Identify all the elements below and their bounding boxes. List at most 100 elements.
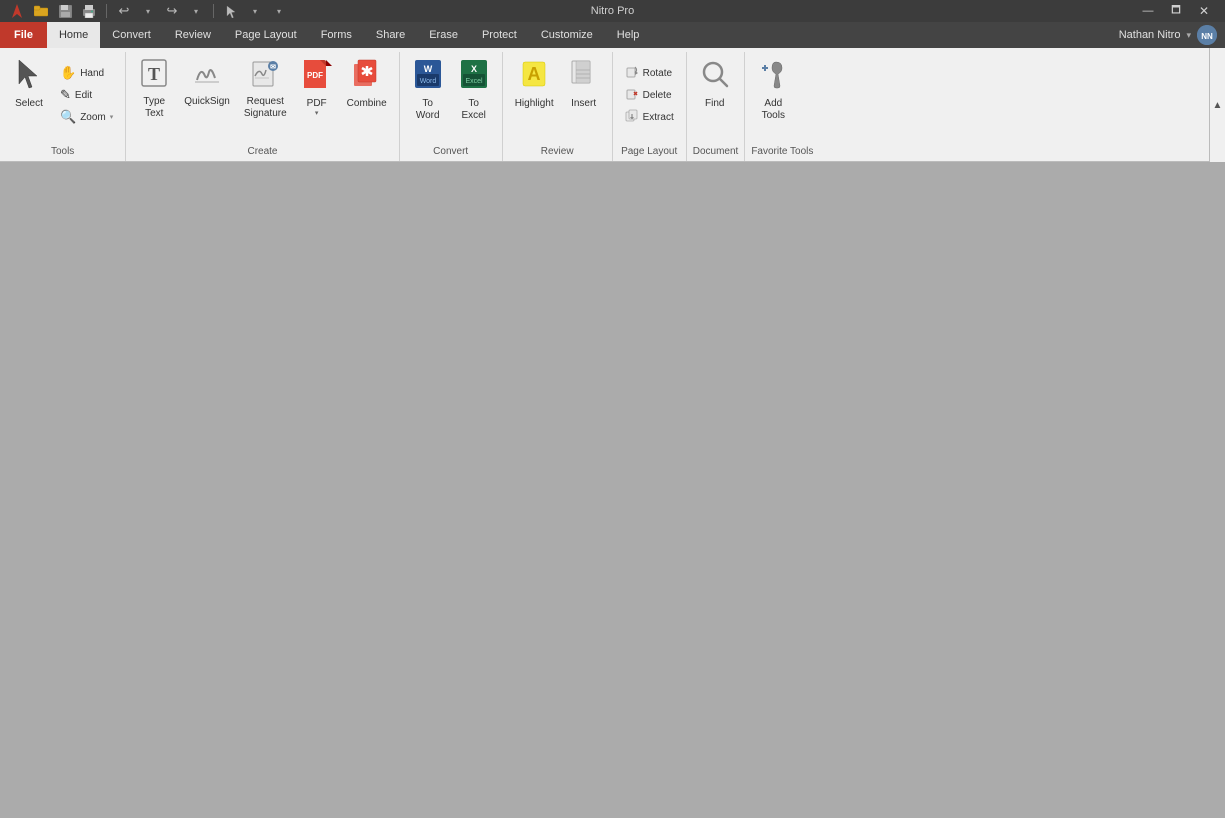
insert-icon: [569, 58, 599, 94]
svg-text:T: T: [148, 64, 160, 84]
svg-text:Word: Word: [419, 78, 436, 85]
hand-icon: ✋: [60, 65, 76, 81]
review-group-label: Review: [509, 144, 606, 161]
insert-button[interactable]: Insert: [562, 54, 606, 136]
add-tools-button[interactable]: AddTools: [751, 54, 795, 136]
open-folder-icon[interactable]: [32, 2, 50, 20]
pdf-label: PDF: [307, 98, 327, 110]
rotate-button[interactable]: Rotate: [619, 62, 680, 84]
zoom-icon: 🔍: [60, 109, 76, 125]
pdf-button[interactable]: PDF PDF PDF ▾: [295, 54, 339, 136]
print-icon[interactable]: [80, 2, 98, 20]
menu-item-share[interactable]: Share: [364, 22, 417, 48]
cursor-dropdown-icon[interactable]: ▾: [246, 2, 264, 20]
create-content: T TypeText QuickSign: [132, 54, 392, 144]
review-content: A Highlight Insert: [509, 54, 606, 144]
separator2: [213, 4, 214, 18]
save-icon[interactable]: [56, 2, 74, 20]
delete-button[interactable]: Delete: [619, 84, 680, 106]
to-word-icon: W Word: [413, 58, 443, 94]
highlight-icon: A: [519, 58, 549, 94]
menu-item-convert[interactable]: Convert: [100, 22, 163, 48]
svg-text:NN: NN: [1201, 32, 1213, 41]
more-options-icon[interactable]: ▾: [270, 2, 288, 20]
ribbon-group-pagelayout: Rotate Delete: [613, 52, 687, 161]
titlebar: ↩ ▾ ↪ ▾ ▾ ▾ Nitro Pro — 🗖 ✕: [0, 0, 1225, 22]
quicksign-button[interactable]: QuickSign: [178, 54, 236, 136]
edit-button[interactable]: ✎ Edit: [54, 84, 119, 106]
user-area: Nathan Nitro ▾ NN: [1119, 22, 1225, 48]
zoom-label: Zoom: [80, 112, 106, 123]
maximize-button[interactable]: 🗖: [1163, 2, 1189, 20]
to-word-button[interactable]: W Word ToWord: [406, 54, 450, 136]
delete-icon: [625, 87, 639, 104]
ribbon-group-document: Find Document: [687, 52, 746, 161]
select-button[interactable]: Select: [6, 54, 52, 136]
favorite-tools-content: AddTools: [751, 54, 813, 144]
find-icon: [700, 58, 730, 94]
ribbon-group-favorite-tools: AddTools Favorite Tools: [745, 52, 819, 161]
cursor-tool-icon[interactable]: [222, 2, 240, 20]
to-word-label: ToWord: [416, 98, 440, 122]
menu-item-customize[interactable]: Customize: [529, 22, 605, 48]
menu-item-forms[interactable]: Forms: [309, 22, 364, 48]
menu-item-erase[interactable]: Erase: [417, 22, 470, 48]
ribbon-scroll-button[interactable]: ▲: [1209, 48, 1225, 162]
pagelayout-small-group: Rotate Delete: [619, 54, 680, 136]
hand-button[interactable]: ✋ Hand: [54, 62, 119, 84]
to-excel-label: ToExcel: [461, 98, 485, 122]
undo-dropdown-icon[interactable]: ▾: [139, 2, 157, 20]
redo-dropdown-icon[interactable]: ▾: [187, 2, 205, 20]
titlebar-left: ↩ ▾ ↪ ▾ ▾ ▾: [8, 2, 288, 20]
menu-item-review[interactable]: Review: [163, 22, 223, 48]
menu-item-home[interactable]: Home: [47, 22, 100, 48]
redo-icon[interactable]: ↪: [163, 2, 181, 20]
window-controls: — 🗖 ✕: [1135, 2, 1217, 20]
to-excel-button[interactable]: X Excel ToExcel: [452, 54, 496, 136]
ribbon-group-tools: Select ✋ Hand ✎ Edit 🔍 Zoom ▾ Tools: [0, 52, 126, 161]
rotate-icon: [625, 65, 639, 82]
type-text-button[interactable]: T TypeText: [132, 54, 176, 136]
create-group-label: Create: [132, 144, 392, 161]
convert-group-label: Convert: [406, 144, 496, 161]
user-dropdown-arrow[interactable]: ▾: [1186, 30, 1191, 41]
menubar: File Home Convert Review Page Layout For…: [0, 22, 1225, 48]
pagelayout-group-label: Page Layout: [619, 144, 680, 161]
nitro-logo-icon[interactable]: [8, 2, 26, 20]
delete-label: Delete: [643, 90, 672, 101]
quicksign-label: QuickSign: [184, 96, 230, 108]
to-excel-icon: X Excel: [459, 58, 489, 94]
menu-item-help[interactable]: Help: [605, 22, 652, 48]
combine-button[interactable]: Combine: [341, 54, 393, 136]
add-tools-label: AddTools: [762, 98, 785, 122]
extract-button[interactable]: Extract: [619, 106, 680, 128]
request-signature-icon: ✉: [251, 58, 279, 92]
document-group-label: Document: [693, 144, 739, 161]
highlight-button[interactable]: A Highlight: [509, 54, 560, 136]
menu-item-protect[interactable]: Protect: [470, 22, 529, 48]
minimize-button[interactable]: —: [1135, 2, 1161, 20]
edit-label: Edit: [75, 90, 92, 101]
app-title: Nitro Pro: [591, 5, 634, 17]
tools-group-label: Tools: [6, 144, 119, 161]
menu-item-pagelayout[interactable]: Page Layout: [223, 22, 309, 48]
svg-text:X: X: [471, 64, 477, 74]
menu-item-file[interactable]: File: [0, 22, 47, 48]
user-avatar[interactable]: NN: [1197, 25, 1217, 45]
edit-icon: ✎: [60, 87, 71, 103]
find-label: Find: [705, 98, 724, 110]
close-button[interactable]: ✕: [1191, 2, 1217, 20]
canvas-area: [0, 162, 1225, 817]
request-signature-button[interactable]: ✉ RequestSignature: [238, 54, 293, 136]
type-text-icon: T: [140, 58, 168, 92]
svg-text:✉: ✉: [270, 64, 276, 71]
highlight-label: Highlight: [515, 98, 554, 110]
zoom-button[interactable]: 🔍 Zoom ▾: [54, 106, 119, 128]
ribbon-group-convert: W Word ToWord X Excel ToExce: [400, 52, 503, 161]
pagelayout-content: Rotate Delete: [619, 54, 680, 144]
find-button[interactable]: Find: [693, 54, 737, 136]
svg-text:A: A: [528, 64, 541, 84]
ribbon-group-create: T TypeText QuickSign: [126, 52, 399, 161]
ribbon: Select ✋ Hand ✎ Edit 🔍 Zoom ▾ Tools: [0, 48, 1225, 162]
undo-icon[interactable]: ↩: [115, 2, 133, 20]
